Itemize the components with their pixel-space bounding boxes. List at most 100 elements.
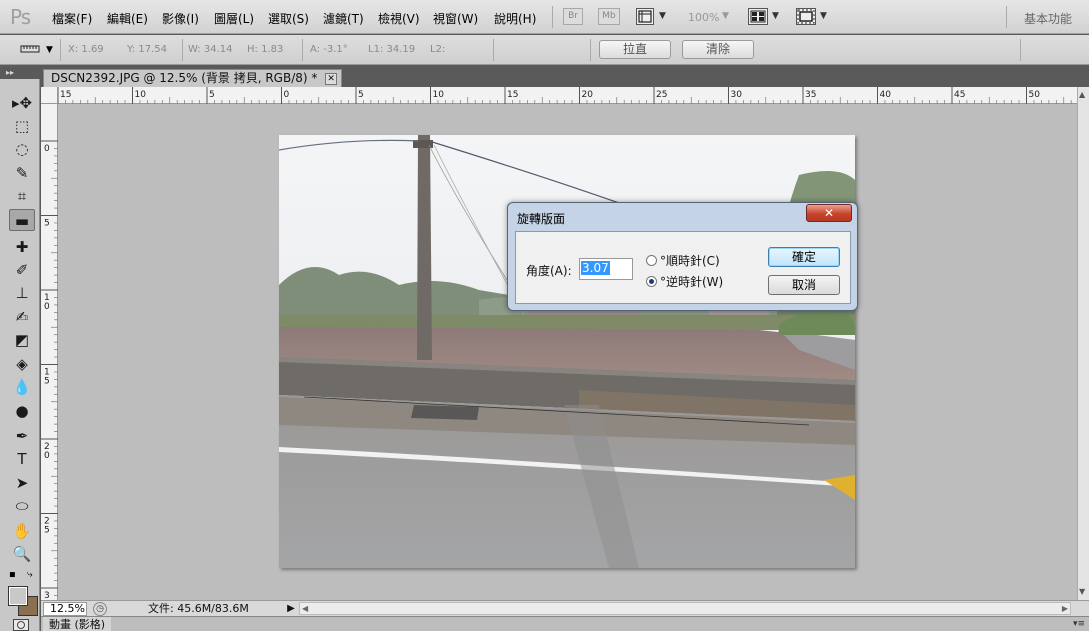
status-menu-arrow-icon[interactable]: ▶ <box>284 601 298 616</box>
scroll-up-icon[interactable]: ▲ <box>1079 90 1085 99</box>
lasso-tool-icon[interactable]: ◌ <box>9 138 35 160</box>
options-separator <box>302 39 303 61</box>
menu-layer[interactable]: 圖層(L) <box>214 10 254 27</box>
ruler-label: 25 <box>656 90 667 100</box>
rotate-canvas-dialog: 旋轉版面 ✕ 角度(A): 3.07 °順時針(C) °逆時針(W) 確定 取消 <box>507 202 858 311</box>
ruler-label: 5 <box>44 377 50 387</box>
width-readout: W: 34.14 <box>188 44 233 55</box>
document-image[interactable] <box>279 135 855 568</box>
horizontal-ruler[interactable]: 15 10 5 0 5 10 15 20 25 30 35 40 45 50 <box>41 87 1077 104</box>
menu-bar: Ps 檔案(F) 編輯(E) 影像(I) 圖層(L) 選取(S) 濾鏡(T) 檢… <box>0 0 1089 34</box>
move-tool-icon[interactable]: ▸✥ <box>9 92 35 114</box>
ruler-tool-preset-icon[interactable] <box>20 43 42 55</box>
horizontal-scrollbar[interactable]: ◀ ▶ <box>299 602 1071 615</box>
counterclockwise-radio[interactable] <box>646 276 657 287</box>
panel-collapse-icon[interactable]: ▸▸ <box>0 66 40 79</box>
zoom-tool-icon[interactable]: 🔍 <box>9 543 35 565</box>
angle-input[interactable]: 3.07 <box>579 258 633 280</box>
document-profile-icon[interactable]: ◷ <box>93 602 107 616</box>
menu-filter[interactable]: 濾鏡(T) <box>323 10 364 27</box>
menu-select[interactable]: 選取(S) <box>268 10 309 27</box>
document-tab[interactable]: DSCN2392.JPG @ 12.5% (背景 拷貝, RGB/8) * ✕ <box>43 69 343 87</box>
document-tab-title: DSCN2392.JPG @ 12.5% (背景 拷貝, RGB/8) * <box>51 71 318 85</box>
scroll-right-icon[interactable]: ▶ <box>1062 603 1068 614</box>
animation-panel: 動畫 (影格) ▾≡ <box>41 616 1089 631</box>
clockwise-option[interactable]: °順時針(C) <box>646 252 720 269</box>
ok-button[interactable]: 確定 <box>768 247 840 267</box>
document-size-info: 文件: 45.6M/83.6M <box>148 602 249 615</box>
dodge-tool-icon[interactable]: ● <box>9 400 35 422</box>
default-colors-icon[interactable]: ◾ <box>9 570 16 580</box>
bridge-button[interactable]: Br <box>563 8 583 25</box>
angle-input-value: 3.07 <box>581 261 610 275</box>
counterclockwise-option[interactable]: °逆時針(W) <box>646 273 723 290</box>
close-icon[interactable]: ✕ <box>806 204 852 222</box>
clockwise-radio[interactable] <box>646 255 657 266</box>
hand-tool-icon[interactable]: ✋ <box>9 520 35 542</box>
scroll-down-icon[interactable]: ▼ <box>1079 587 1085 596</box>
workspace-switcher[interactable]: 基本功能 <box>1024 10 1072 27</box>
mini-bridge-button[interactable]: Mb <box>598 8 620 25</box>
x-readout: X: 1.69 <box>68 44 104 55</box>
scroll-left-icon[interactable]: ◀ <box>302 603 308 614</box>
chevron-down-icon[interactable]: ▼ <box>722 11 729 21</box>
options-separator <box>590 39 591 61</box>
ruler-tool-icon[interactable]: ▬ <box>9 209 35 231</box>
path-select-tool-icon[interactable]: ➤ <box>9 472 35 494</box>
ruler-label: 5 <box>209 90 215 100</box>
angle-readout: A: -3.1° <box>310 44 348 55</box>
paint-bucket-tool-icon[interactable]: ◈ <box>9 353 35 375</box>
animation-panel-tab[interactable]: 動畫 (影格) <box>43 617 112 631</box>
type-tool-icon[interactable]: T <box>9 448 35 470</box>
healing-tool-icon[interactable]: ✚ <box>9 236 35 258</box>
stamp-tool-icon[interactable]: ⊥ <box>9 282 35 304</box>
menu-image[interactable]: 影像(I) <box>162 10 199 27</box>
foreground-color-swatch[interactable] <box>8 586 28 606</box>
cancel-button[interactable]: 取消 <box>768 275 840 295</box>
history-brush-tool-icon[interactable]: ✍ <box>9 306 35 328</box>
panel-menu-icon[interactable]: ▾≡ <box>1073 617 1085 631</box>
chevron-down-icon[interactable]: ▼ <box>46 45 53 55</box>
swap-colors-icon[interactable]: ⤷ <box>27 569 33 580</box>
counterclockwise-label: °逆時針(W) <box>660 275 724 289</box>
clear-button[interactable]: 清除 <box>682 40 754 59</box>
marquee-tool-icon[interactable]: ⬚ <box>9 115 35 137</box>
ruler-label: 50 <box>1029 90 1041 100</box>
ruler-label: 40 <box>880 90 892 100</box>
menu-window[interactable]: 視窗(W) <box>433 10 478 27</box>
dialog-title: 旋轉版面 <box>517 212 566 226</box>
photoshop-logo: Ps <box>10 5 31 29</box>
tools-panel: ▸▸ ▸✥ ⬚ ◌ ✎ ⌗ ▬ ✚ ✐ ⊥ ✍ ◩ ◈ 💧 ● ✒ T ➤ ⬭ ✋ 🔍 <box>0 66 40 631</box>
quick-mask-icon[interactable] <box>13 619 29 631</box>
status-zoom-field[interactable]: 12.5% <box>43 602 87 616</box>
options-separator <box>1020 39 1021 61</box>
eraser-tool-icon[interactable]: ◩ <box>9 329 35 351</box>
chevron-down-icon[interactable]: ▼ <box>820 11 827 21</box>
ruler-label: 0 <box>44 451 50 461</box>
menu-view[interactable]: 檢視(V) <box>378 10 420 27</box>
vertical-ruler[interactable]: 051015202530 <box>41 104 58 600</box>
arrange-documents-icon[interactable] <box>748 8 768 25</box>
length2-readout: L2: <box>430 44 446 55</box>
menu-file[interactable]: 檔案(F) <box>52 10 92 27</box>
ruler-label: 0 <box>44 302 50 312</box>
chevron-down-icon[interactable]: ▼ <box>659 11 666 21</box>
straighten-button[interactable]: 拉直 <box>599 40 671 59</box>
ruler-label: 0 <box>284 90 290 100</box>
menu-help[interactable]: 說明(H) <box>494 10 536 27</box>
blur-tool-icon[interactable]: 💧 <box>9 376 35 398</box>
vertical-scrollbar[interactable]: ▲ ▼ <box>1077 87 1089 600</box>
crop-tool-icon[interactable]: ⌗ <box>9 185 35 207</box>
extras-icon[interactable] <box>636 8 654 25</box>
quick-select-tool-icon[interactable]: ✎ <box>9 162 35 184</box>
pen-tool-icon[interactable]: ✒ <box>9 425 35 447</box>
brush-tool-icon[interactable]: ✐ <box>9 259 35 281</box>
ruler-origin[interactable] <box>41 87 58 104</box>
shape-tool-icon[interactable]: ⬭ <box>9 495 35 517</box>
close-icon[interactable]: ✕ <box>325 72 338 85</box>
angle-label: 角度(A): <box>526 264 572 278</box>
screen-mode-icon[interactable] <box>796 8 816 25</box>
chevron-down-icon[interactable]: ▼ <box>772 11 779 21</box>
menu-edit[interactable]: 編輯(E) <box>107 10 148 27</box>
zoom-level-select[interactable]: 100% <box>688 11 719 24</box>
